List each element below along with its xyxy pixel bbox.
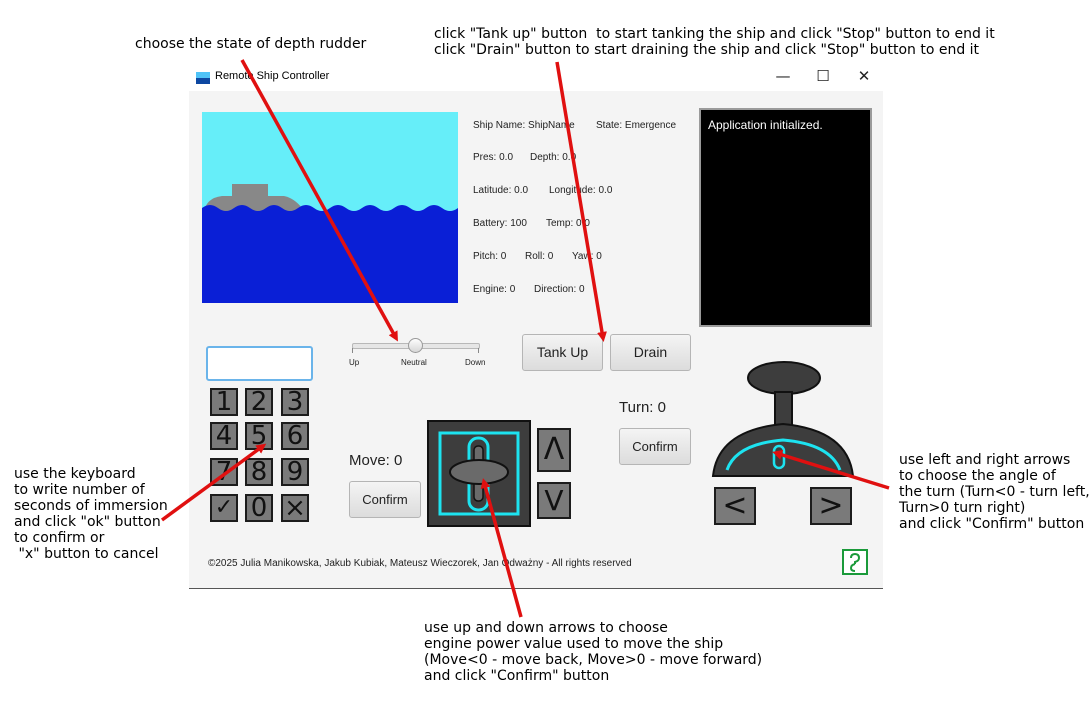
arrow-depth-rudder (240, 59, 398, 342)
arrow-turn (772, 449, 890, 490)
annotation-arrows (160, 59, 890, 618)
arrow-tank (555, 61, 607, 342)
arrow-move (480, 478, 523, 618)
arrow-keyboard (160, 443, 267, 522)
